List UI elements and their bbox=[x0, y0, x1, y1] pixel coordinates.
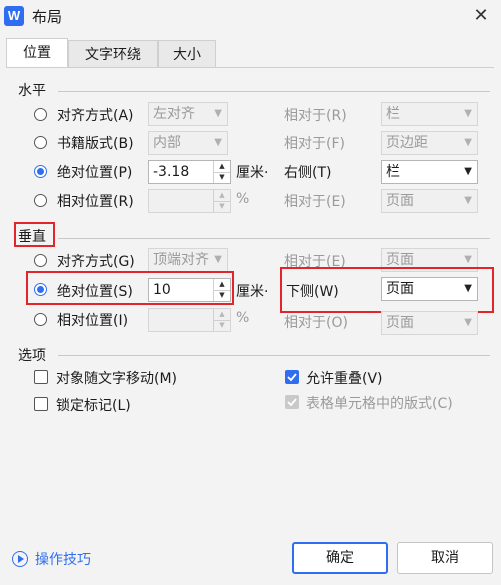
ok-button[interactable]: 确定 bbox=[292, 542, 388, 574]
vertical-below-of-select[interactable]: 页面 ▼ bbox=[381, 277, 478, 301]
horizontal-unit-label: 厘米· bbox=[236, 165, 269, 181]
horizontal-alignment-relative-label: 相对于(R) bbox=[284, 108, 347, 124]
vertical-absolute-position-label: 绝对位置(S) bbox=[57, 284, 133, 300]
vertical-relative-position-input[interactable]: ▲ ▼ bbox=[148, 308, 231, 332]
vertical-alignment-label: 对齐方式(G) bbox=[57, 254, 135, 270]
chevron-down-icon: ▼ bbox=[464, 137, 472, 148]
spinner-buttons: ▲ ▼ bbox=[213, 309, 230, 331]
radio-book-layout[interactable] bbox=[34, 136, 47, 149]
vertical-below-of-label: 下侧(W) bbox=[286, 284, 339, 300]
horizontal-alignment-relative-select[interactable]: 栏 ▼ bbox=[381, 102, 478, 126]
vertical-relative-position-relative-value: 页面 bbox=[386, 315, 414, 331]
horizontal-absolute-position-input[interactable]: -3.18 ▲ ▼ bbox=[148, 160, 231, 184]
chevron-down-icon: ▼ bbox=[214, 254, 222, 265]
divider bbox=[58, 238, 490, 239]
vertical-relative-position-relative-select[interactable]: 页面 ▼ bbox=[381, 311, 478, 335]
spinner-buttons: ▲ ▼ bbox=[213, 190, 230, 212]
book-layout-relative-label: 相对于(F) bbox=[284, 136, 345, 152]
radio-horizontal-relative-position[interactable] bbox=[34, 194, 47, 207]
options-section-label: 选项 bbox=[18, 348, 46, 364]
vertical-alignment-select[interactable]: 顶端对齐 ▼ bbox=[148, 248, 228, 272]
spin-down-icon[interactable]: ▼ bbox=[214, 320, 230, 331]
title-bar: W 布局 ✕ bbox=[0, 0, 501, 34]
horizontal-alignment-select[interactable]: 左对齐 ▼ bbox=[148, 102, 228, 126]
chevron-down-icon: ▼ bbox=[464, 108, 472, 119]
radio-horizontal-alignment[interactable] bbox=[34, 108, 47, 121]
book-layout-relative-select[interactable]: 页边距 ▼ bbox=[381, 131, 478, 155]
radio-vertical-relative-position[interactable] bbox=[34, 313, 47, 326]
play-help-icon[interactable] bbox=[12, 551, 28, 567]
horizontal-right-of-select[interactable]: 栏 ▼ bbox=[381, 160, 478, 184]
spinner-buttons: ▲ ▼ bbox=[213, 161, 230, 183]
horizontal-absolute-position-value: -3.18 bbox=[153, 164, 190, 180]
chevron-down-icon: ▼ bbox=[214, 108, 222, 119]
vertical-alignment-relative-value: 页面 bbox=[386, 252, 414, 268]
move-with-text-label: 对象随文字移动(M) bbox=[56, 371, 178, 387]
table-cell-layout-label: 表格单元格中的版式(C) bbox=[306, 396, 453, 412]
close-icon[interactable]: ✕ bbox=[468, 4, 494, 28]
wps-writer-icon: W bbox=[4, 6, 24, 26]
horizontal-section-label: 水平 bbox=[18, 83, 46, 99]
book-layout-value: 内部 bbox=[153, 135, 181, 151]
horizontal-relative-position-relative-label: 相对于(E) bbox=[284, 194, 346, 210]
vertical-absolute-position-input[interactable]: 10 ▲ ▼ bbox=[148, 278, 231, 302]
horizontal-alignment-relative-value: 栏 bbox=[386, 106, 400, 122]
tab-size[interactable]: 大小 bbox=[158, 40, 216, 68]
table-cell-layout-checkbox[interactable] bbox=[285, 395, 299, 409]
vertical-absolute-position-value: 10 bbox=[153, 282, 171, 298]
spin-down-icon[interactable]: ▼ bbox=[214, 172, 230, 183]
checkmark-icon bbox=[287, 398, 297, 407]
horizontal-relative-position-label: 相对位置(R) bbox=[57, 194, 134, 210]
chevron-down-icon: ▼ bbox=[214, 137, 222, 148]
chevron-down-icon: ▼ bbox=[464, 317, 472, 328]
checkmark-icon bbox=[287, 373, 297, 382]
chevron-down-icon: ▼ bbox=[464, 195, 472, 206]
tab-position[interactable]: 位置 bbox=[6, 38, 68, 68]
horizontal-alignment-label: 对齐方式(A) bbox=[57, 108, 134, 124]
vertical-relative-position-relative-label: 相对于(O) bbox=[284, 315, 348, 331]
radio-vertical-alignment[interactable] bbox=[34, 254, 47, 267]
allow-overlap-checkbox[interactable] bbox=[285, 370, 299, 384]
book-layout-relative-value: 页边距 bbox=[386, 135, 428, 151]
vertical-unit-label: 厘米· bbox=[236, 284, 269, 300]
allow-overlap-label: 允许重叠(V) bbox=[306, 371, 383, 387]
horizontal-right-of-label: 右侧(T) bbox=[284, 165, 332, 181]
divider bbox=[58, 355, 490, 356]
radio-vertical-absolute-position[interactable] bbox=[34, 283, 47, 296]
divider bbox=[58, 91, 490, 92]
horizontal-percent-label: % bbox=[236, 191, 250, 207]
lock-anchor-label: 锁定标记(L) bbox=[56, 398, 131, 414]
vertical-section-label: 垂直 bbox=[18, 229, 46, 245]
horizontal-relative-position-relative-select[interactable]: 页面 ▼ bbox=[381, 189, 478, 213]
chevron-down-icon: ▼ bbox=[464, 283, 472, 294]
move-with-text-checkbox[interactable] bbox=[34, 370, 48, 384]
tab-text-wrapping[interactable]: 文字环绕 bbox=[68, 40, 158, 68]
spin-down-icon[interactable]: ▼ bbox=[214, 201, 230, 212]
spin-down-icon[interactable]: ▼ bbox=[214, 290, 230, 301]
chevron-down-icon: ▼ bbox=[464, 166, 472, 177]
radio-horizontal-absolute-position[interactable] bbox=[34, 165, 47, 178]
dialog-title: 布局 bbox=[32, 8, 63, 26]
vertical-below-of-value: 页面 bbox=[386, 281, 414, 297]
horizontal-right-of-value: 栏 bbox=[386, 164, 400, 180]
horizontal-relative-position-input[interactable]: ▲ ▼ bbox=[148, 189, 231, 213]
horizontal-alignment-value: 左对齐 bbox=[153, 106, 195, 122]
cancel-button[interactable]: 取消 bbox=[397, 542, 493, 574]
spinner-buttons: ▲ ▼ bbox=[213, 279, 230, 301]
tips-link[interactable]: 操作技巧 bbox=[35, 549, 91, 569]
vertical-relative-position-label: 相对位置(I) bbox=[57, 313, 129, 329]
vertical-percent-label: % bbox=[236, 310, 250, 326]
book-layout-select[interactable]: 内部 ▼ bbox=[148, 131, 228, 155]
vertical-alignment-value: 顶端对齐 bbox=[153, 252, 209, 268]
book-layout-label: 书籍版式(B) bbox=[57, 136, 134, 152]
horizontal-absolute-position-label: 绝对位置(P) bbox=[57, 165, 133, 181]
lock-anchor-checkbox[interactable] bbox=[34, 397, 48, 411]
horizontal-relative-position-relative-value: 页面 bbox=[386, 193, 414, 209]
